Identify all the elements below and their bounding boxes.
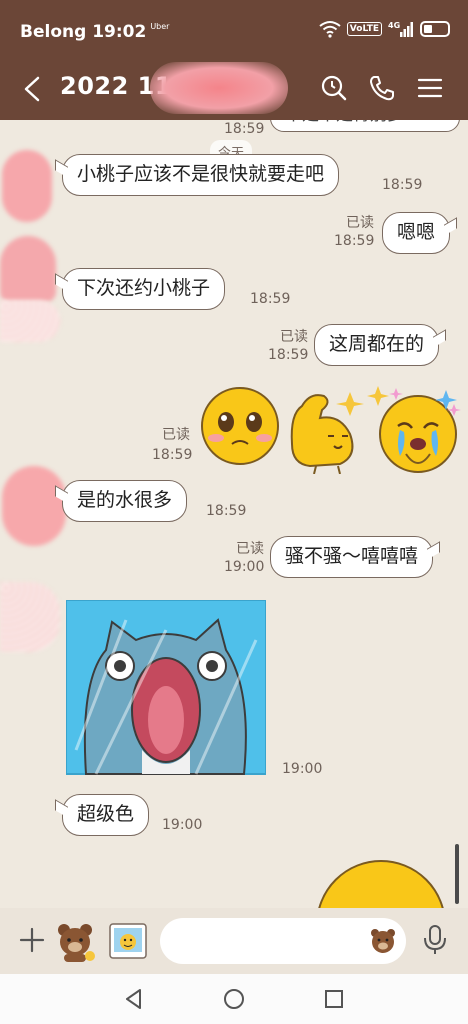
message-bubble[interactable]: 骚不骚～嘻嘻嘻 [270,536,434,578]
wifi-icon [319,21,341,38]
message-field[interactable] [160,918,406,964]
message-time: 19:00 [162,817,203,833]
carrier-name: Belong [20,22,87,42]
message-time: 19:00 [224,559,265,575]
scrollbar[interactable] [455,844,459,904]
message-bubble[interactable]: 是的水很多 [62,480,188,522]
message-input-bar [0,908,468,974]
top-bar: Belong 19:02 Uber VoLTE 4G 2022 11 [0,0,468,120]
volte-badge: VoLTE [346,22,382,36]
partial-message-top: 不是不是得别多 [270,120,460,132]
message-time: 18:59 [206,503,247,519]
clock: 19:02 [92,22,147,42]
avatar [0,300,60,342]
redacted-name-blur [150,62,288,114]
search-icon[interactable] [318,72,350,104]
message-bubble[interactable]: 嗯嗯 [382,212,451,254]
carrier-time: Belong 19:02 Uber [20,22,169,42]
system-navigation-bar [0,974,468,1024]
message-time: 19:00 [282,761,323,777]
avatar[interactable] [2,150,52,222]
message-input[interactable] [174,926,364,956]
pleading-face-emoji [201,387,279,465]
read-receipt: 已读 [162,427,190,443]
signal-icon: 4G [388,21,413,37]
sticker-gallery-icon[interactable] [108,922,148,960]
uber-tag: Uber [150,22,170,31]
message-time: 18:59 [268,347,309,363]
read-receipt: 已读 [236,541,264,557]
status-bar: Belong 19:02 Uber VoLTE 4G [0,0,468,60]
chat-area[interactable]: 不是不是得别多 18:59 今天 小桃子应该不是很快就要走吧 18:59 已读 … [0,120,468,908]
avatar[interactable] [2,466,66,546]
message-time: 18:59 [152,447,193,463]
status-icons: VoLTE 4G [319,20,450,38]
avatar[interactable] [0,582,60,652]
menu-icon[interactable] [414,72,446,104]
bear-emoji-icon[interactable] [368,926,398,956]
message-time: 18:59 [250,291,291,307]
plus-icon[interactable] [18,926,46,954]
message-time: 18:59 [334,233,375,249]
sticker-group[interactable] [200,384,462,474]
recents-square-icon[interactable] [322,987,346,1011]
message-bubble[interactable]: 小桃子应该不是很快就要走吧 [62,154,340,196]
message-time: 18:59 [382,177,423,193]
back-triangle-icon[interactable] [122,987,146,1011]
read-receipt: 已读 [346,215,374,231]
svg-text:4G: 4G [388,21,400,30]
screaming-blue-creature-sticker[interactable] [66,600,266,778]
bear-sticker-icon[interactable] [54,920,98,964]
home-circle-icon[interactable] [222,987,246,1011]
microphone-icon[interactable] [422,924,448,956]
back-arrow-icon[interactable] [20,74,44,104]
message-time: 18:59 [224,121,265,137]
incoming-emoji-sticker [316,860,446,908]
message-bubble[interactable]: 超级色 [62,794,150,836]
phone-icon[interactable] [366,72,398,104]
message-bubble[interactable]: 下次还约小桃子 [62,268,226,310]
battery-icon [420,21,450,37]
message-bubble[interactable]: 这周都在的 [314,324,440,366]
crying-emoji [379,390,461,473]
read-receipt: 已读 [280,329,308,345]
chat-header: 2022 11 [0,60,468,120]
avatar[interactable] [0,236,56,302]
